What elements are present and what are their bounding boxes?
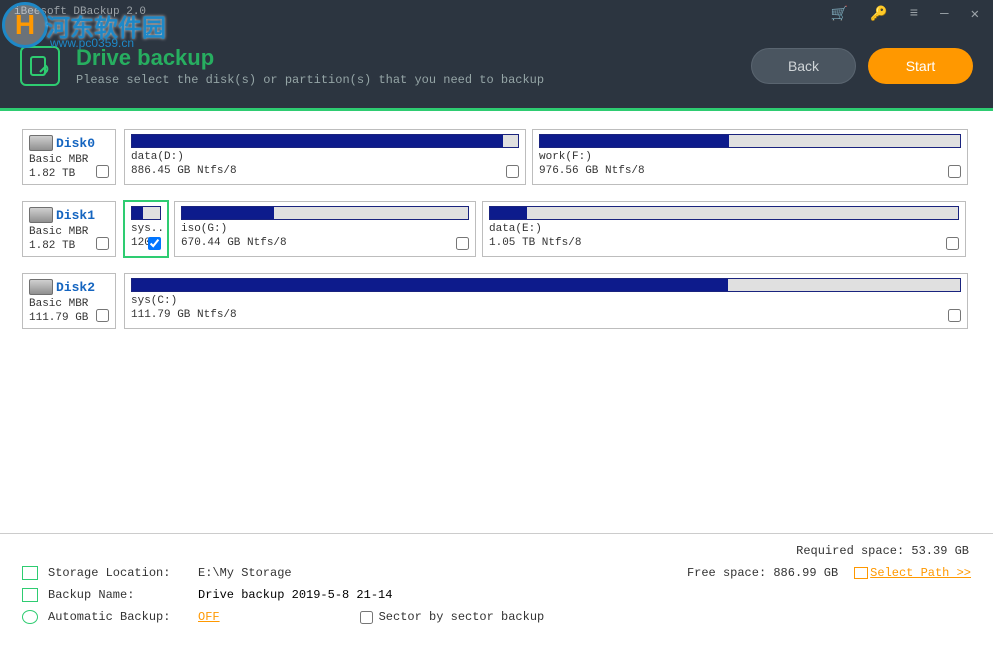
- harddrive-icon: [29, 135, 53, 151]
- partition-group: sys(C:) 111.79 GB Ntfs/8: [124, 273, 971, 329]
- disk-name: Disk0: [56, 136, 95, 151]
- partition-checkbox[interactable]: [948, 309, 961, 322]
- app-title: iBeesoft DBackup 2.0: [14, 6, 146, 18]
- partition-group: sys.. 120. iso(G:) 670.44 GB Ntfs/8 data…: [124, 201, 971, 257]
- usage-bar: [489, 206, 959, 220]
- disk-info[interactable]: Disk0 Basic MBR 1.82 TB: [22, 129, 116, 185]
- required-space: Required space: 53.39 GB: [22, 544, 971, 558]
- disk-checkbox[interactable]: [96, 237, 109, 250]
- partition[interactable]: data(E:) 1.05 TB Ntfs/8: [482, 201, 966, 257]
- partition-size: 886.45 GB Ntfs/8: [131, 165, 519, 177]
- minimize-icon[interactable]: —: [940, 6, 948, 23]
- partition[interactable]: sys(C:) 111.79 GB Ntfs/8: [124, 273, 968, 329]
- usage-bar: [539, 134, 961, 148]
- partition-group: data(D:) 886.45 GB Ntfs/8 work(F:) 976.5…: [124, 129, 971, 185]
- partition-size: 111.79 GB Ntfs/8: [131, 309, 961, 321]
- usage-bar: [131, 134, 519, 148]
- drive-backup-icon: [20, 46, 60, 86]
- partition-size: 670.44 GB Ntfs/8: [181, 237, 469, 249]
- partition-name: work(F:): [539, 151, 961, 163]
- usage-bar: [181, 206, 469, 220]
- partition-checkbox[interactable]: [148, 237, 161, 250]
- window-controls: 🛒 🔑 ≡ — ✕: [831, 6, 979, 23]
- partition-checkbox[interactable]: [946, 237, 959, 250]
- folder-icon: [854, 567, 868, 579]
- partition[interactable]: iso(G:) 670.44 GB Ntfs/8: [174, 201, 476, 257]
- auto-backup-label: Automatic Backup:: [48, 610, 198, 624]
- harddrive-icon: [29, 279, 53, 295]
- header: Drive backup Please select the disk(s) o…: [0, 24, 993, 111]
- storage-location-label: Storage Location:: [48, 566, 198, 580]
- partition[interactable]: sys.. 120.: [124, 201, 168, 257]
- partition-checkbox[interactable]: [506, 165, 519, 178]
- usage-bar: [131, 278, 961, 292]
- partition-name: iso(G:): [181, 223, 469, 235]
- auto-backup-toggle[interactable]: OFF: [198, 610, 220, 624]
- partition-name: sys..: [131, 223, 161, 235]
- partition-size: 976.56 GB Ntfs/8: [539, 165, 961, 177]
- disk-checkbox[interactable]: [96, 165, 109, 178]
- disk-info[interactable]: Disk2 Basic MBR 111.79 GB: [22, 273, 116, 329]
- key-icon[interactable]: 🔑: [870, 6, 887, 23]
- close-icon[interactable]: ✕: [971, 6, 979, 23]
- sector-by-sector-label: Sector by sector backup: [379, 610, 545, 624]
- partition[interactable]: work(F:) 976.56 GB Ntfs/8: [532, 129, 968, 185]
- page-subtitle: Please select the disk(s) or partition(s…: [76, 73, 544, 87]
- footer: Required space: 53.39 GB Storage Locatio…: [0, 533, 993, 646]
- disk-name: Disk2: [56, 280, 95, 295]
- disk-checkbox[interactable]: [96, 309, 109, 322]
- menu-icon[interactable]: ≡: [910, 6, 918, 23]
- usage-bar: [131, 206, 161, 220]
- partition-checkbox[interactable]: [948, 165, 961, 178]
- backup-name-input[interactable]: [198, 588, 418, 602]
- partition-name: data(E:): [489, 223, 959, 235]
- disk-info[interactable]: Disk1 Basic MBR 1.82 TB: [22, 201, 116, 257]
- partition[interactable]: data(D:) 886.45 GB Ntfs/8: [124, 129, 526, 185]
- backup-name-label: Backup Name:: [48, 588, 198, 602]
- page-title: Drive backup: [76, 45, 544, 71]
- storage-location-value: E:\My Storage: [198, 566, 292, 580]
- clock-icon: [22, 610, 38, 624]
- cart-icon[interactable]: 🛒: [831, 6, 848, 23]
- back-button[interactable]: Back: [751, 48, 856, 84]
- free-space: Free space: 886.99 GB: [687, 566, 838, 580]
- start-button[interactable]: Start: [868, 48, 973, 84]
- select-path-link[interactable]: Select Path >>: [854, 566, 971, 580]
- partition-size: 1.05 TB Ntfs/8: [489, 237, 959, 249]
- disk-row: Disk2 Basic MBR 111.79 GB sys(C:) 111.79…: [22, 273, 971, 329]
- partition-name: sys(C:): [131, 295, 961, 307]
- harddrive-icon: [29, 207, 53, 223]
- disk-row: Disk1 Basic MBR 1.82 TB sys.. 120. iso(G…: [22, 201, 971, 257]
- disk-list: Disk0 Basic MBR 1.82 TB data(D:) 886.45 …: [0, 111, 993, 363]
- disk-row: Disk0 Basic MBR 1.82 TB data(D:) 886.45 …: [22, 129, 971, 185]
- partition-checkbox[interactable]: [456, 237, 469, 250]
- name-icon: [22, 588, 38, 602]
- disk-name: Disk1: [56, 208, 95, 223]
- sector-by-sector-checkbox[interactable]: [360, 611, 373, 624]
- partition-name: data(D:): [131, 151, 519, 163]
- storage-icon: [22, 566, 38, 580]
